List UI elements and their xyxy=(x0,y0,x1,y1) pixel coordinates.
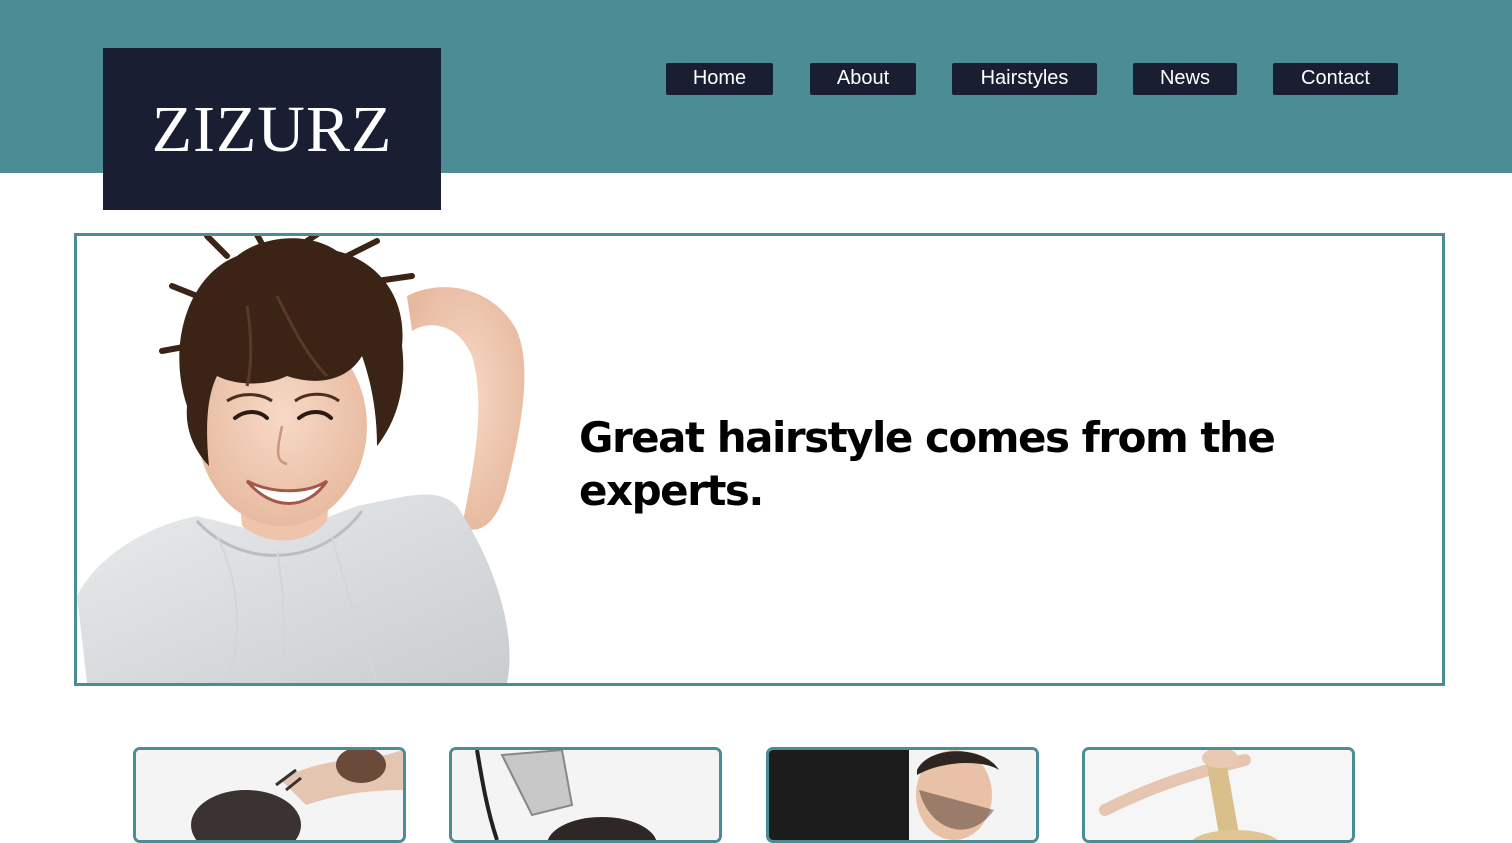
nav-about-link[interactable]: About xyxy=(810,63,916,95)
card-1-photo xyxy=(136,750,403,840)
nav-home-link[interactable]: Home xyxy=(666,63,773,95)
card-4-photo xyxy=(1085,750,1352,840)
nav-hairstyles-link[interactable]: Hairstyles xyxy=(952,63,1097,95)
nav-contact-link[interactable]: Contact xyxy=(1273,63,1398,95)
service-card-3[interactable] xyxy=(766,747,1039,843)
hero-woman-photo xyxy=(77,236,547,683)
logo-text: ZIZURZ xyxy=(151,93,393,166)
hero-headline: Great hairstyle comes from the experts. xyxy=(579,413,1276,515)
hero-banner: Great hairstyle comes from the experts. xyxy=(74,233,1445,686)
card-3-photo xyxy=(769,750,1036,840)
card-2-photo xyxy=(452,750,719,840)
site-logo[interactable]: ZIZURZ xyxy=(103,48,441,210)
service-card-1[interactable] xyxy=(133,747,406,843)
nav-news-link[interactable]: News xyxy=(1133,63,1237,95)
service-card-4[interactable] xyxy=(1082,747,1355,843)
service-card-2[interactable] xyxy=(449,747,722,843)
